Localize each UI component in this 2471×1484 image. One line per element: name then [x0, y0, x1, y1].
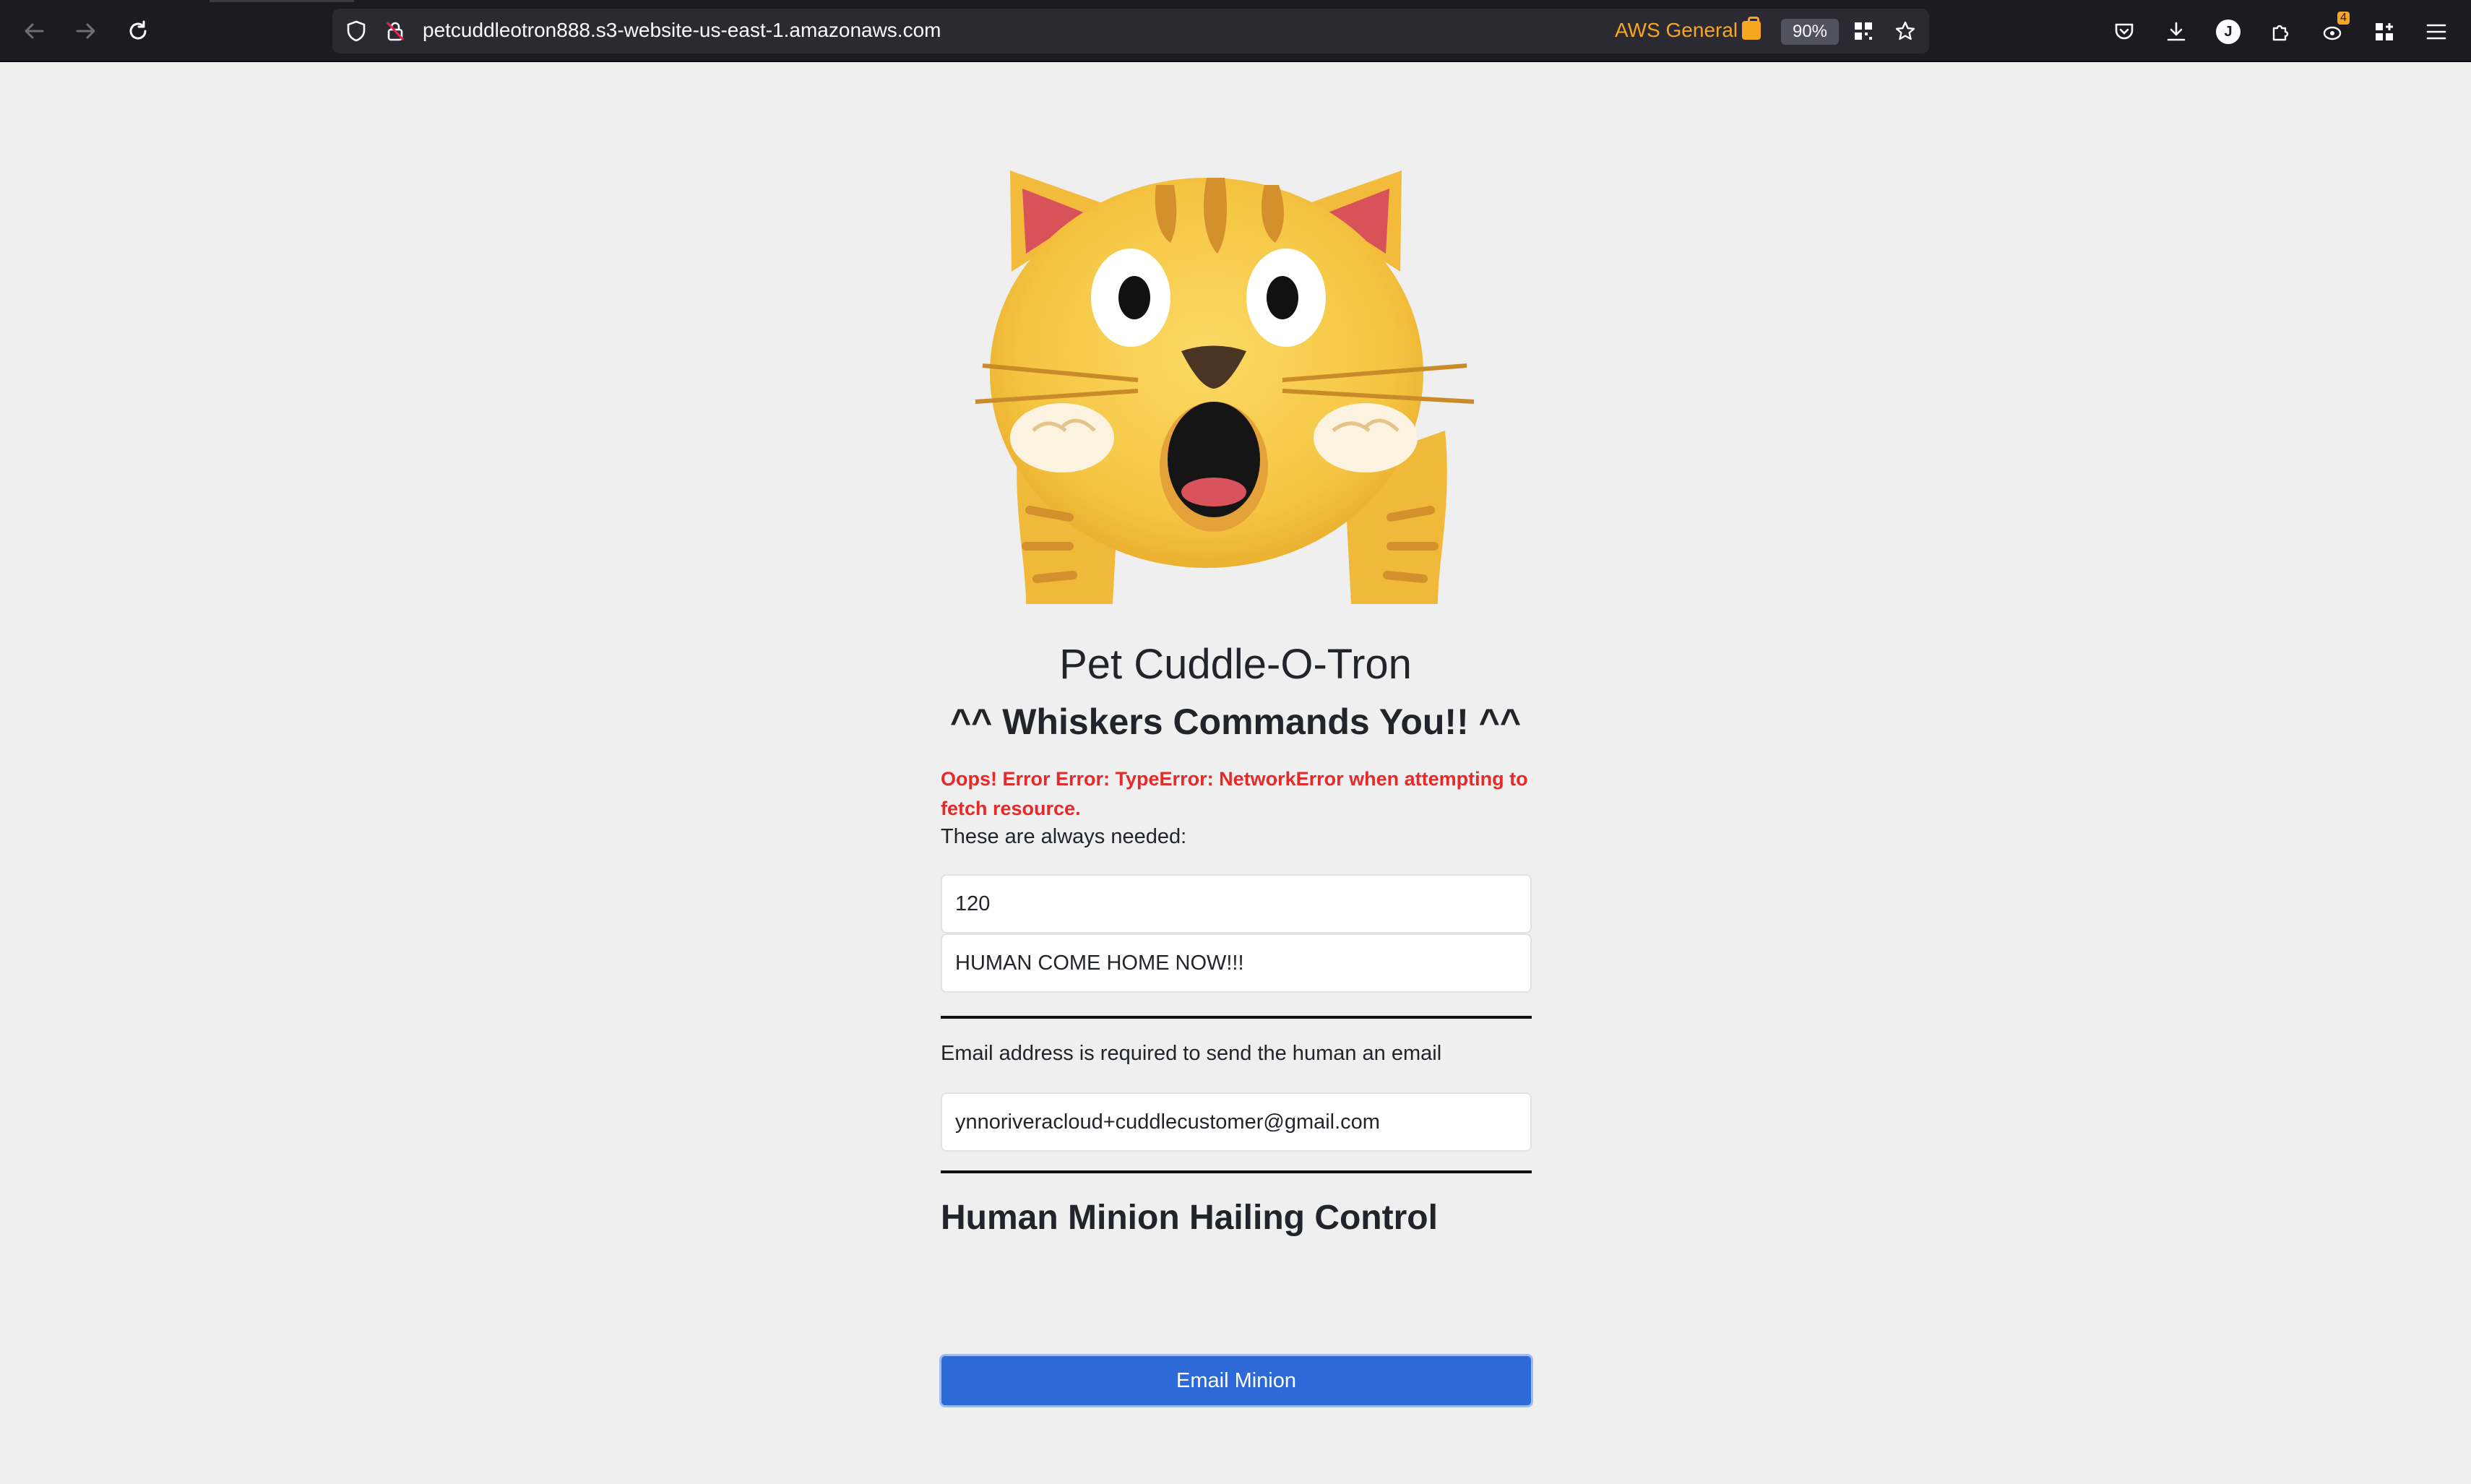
bookmark-star-icon[interactable]: [1892, 17, 1919, 45]
reload-icon: [129, 20, 147, 40]
page-subtitle: ^^ Whiskers Commands You!! ^^: [949, 702, 1522, 742]
required-fields-label: These are always needed:: [941, 825, 1187, 848]
section-divider: [941, 1016, 1532, 1019]
zoom-indicator[interactable]: 90%: [1781, 19, 1839, 45]
qr-code-icon[interactable]: [1850, 17, 1877, 45]
message-input[interactable]: [941, 933, 1532, 993]
account-avatar[interactable]: J: [2212, 16, 2244, 48]
page-title: Pet Cuddle-O-Tron: [1059, 641, 1412, 688]
pocket-icon[interactable]: [2108, 16, 2140, 48]
email-required-note: Email address is required to send the hu…: [941, 1042, 1442, 1065]
container-name: AWS General: [1615, 19, 1738, 41]
delay-input[interactable]: [941, 874, 1532, 933]
apps-grid-icon[interactable]: [2368, 16, 2400, 48]
container-tab-label[interactable]: AWS General: [1615, 17, 1761, 42]
email-minion-button[interactable]: Email Minion: [939, 1354, 1533, 1407]
profile-initial: J: [2216, 20, 2241, 44]
briefcase-icon: [1742, 17, 1761, 40]
extension-sync-icon[interactable]: 4: [2316, 12, 2350, 48]
forward-arrow-icon: [76, 23, 95, 39]
reload-button[interactable]: [123, 16, 153, 46]
url-text[interactable]: petcuddleotron888.s3-website-us-east-1.a…: [423, 19, 941, 42]
section-divider: [941, 1170, 1532, 1173]
tracking-protection-shield-icon[interactable]: [342, 17, 370, 45]
control-heading: Human Minion Hailing Control: [941, 1199, 1438, 1237]
back-button[interactable]: [19, 16, 49, 46]
tab-strip-edge: [210, 0, 354, 2]
email-input[interactable]: [941, 1092, 1532, 1152]
back-arrow-icon: [25, 23, 44, 39]
address-bar[interactable]: petcuddleotron888.s3-website-us-east-1.a…: [332, 9, 1929, 53]
downloads-icon[interactable]: [2160, 16, 2192, 48]
screaming-cat-icon: [975, 171, 1475, 604]
extensions-puzzle-icon[interactable]: [2264, 16, 2296, 48]
insecure-lock-icon[interactable]: [381, 17, 409, 45]
hamburger-menu-icon[interactable]: [2420, 16, 2452, 48]
forward-button[interactable]: [71, 16, 101, 46]
browser-toolbar: petcuddleotron888.s3-website-us-east-1.a…: [0, 0, 2471, 62]
error-message: Oops! Error Error: TypeError: NetworkErr…: [941, 768, 1528, 819]
extension-badge: 4: [2337, 12, 2350, 25]
